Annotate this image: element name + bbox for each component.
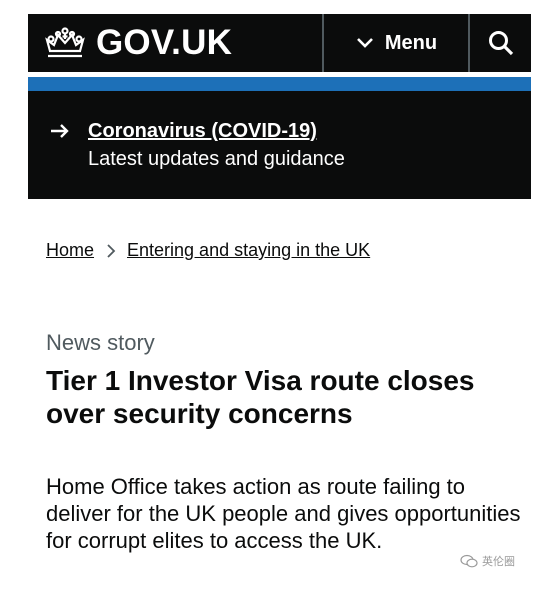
coronavirus-banner: Coronavirus (COVID-19) Latest updates an… [28, 91, 531, 199]
breadcrumb: Home Entering and staying in the UK [46, 240, 370, 261]
breadcrumb-entering-staying[interactable]: Entering and staying in the UK [127, 240, 370, 261]
logo-text: GOV.UK [96, 23, 233, 62]
menu-button[interactable]: Menu [326, 14, 468, 72]
page-title: Tier 1 Investor Visa route closes over s… [46, 365, 475, 429]
header-divider [468, 14, 470, 72]
chevron-down-icon [356, 38, 373, 48]
breadcrumb-home[interactable]: Home [46, 240, 94, 261]
govuk-logo-link[interactable]: GOV.UK [42, 14, 232, 72]
arrow-right-icon [51, 124, 69, 138]
header-accent-bar [28, 77, 531, 91]
banner-subtitle: Latest updates and guidance [88, 148, 345, 170]
search-icon [489, 31, 514, 56]
chat-bubble-icon [460, 554, 478, 568]
crown-icon [45, 27, 85, 58]
site-header: GOV.UK Menu [28, 14, 531, 72]
coronavirus-link[interactable]: Coronavirus (COVID-19) [88, 120, 317, 143]
chevron-right-icon [107, 243, 116, 258]
content-type-caption: News story [46, 330, 155, 355]
header-divider [322, 14, 324, 72]
watermark: 英伦圈 [460, 553, 515, 569]
article-summary: Home Office takes action as route failin… [46, 474, 521, 553]
menu-label: Menu [384, 31, 438, 54]
search-button[interactable] [471, 14, 531, 72]
watermark-text: 英伦圈 [482, 556, 515, 568]
